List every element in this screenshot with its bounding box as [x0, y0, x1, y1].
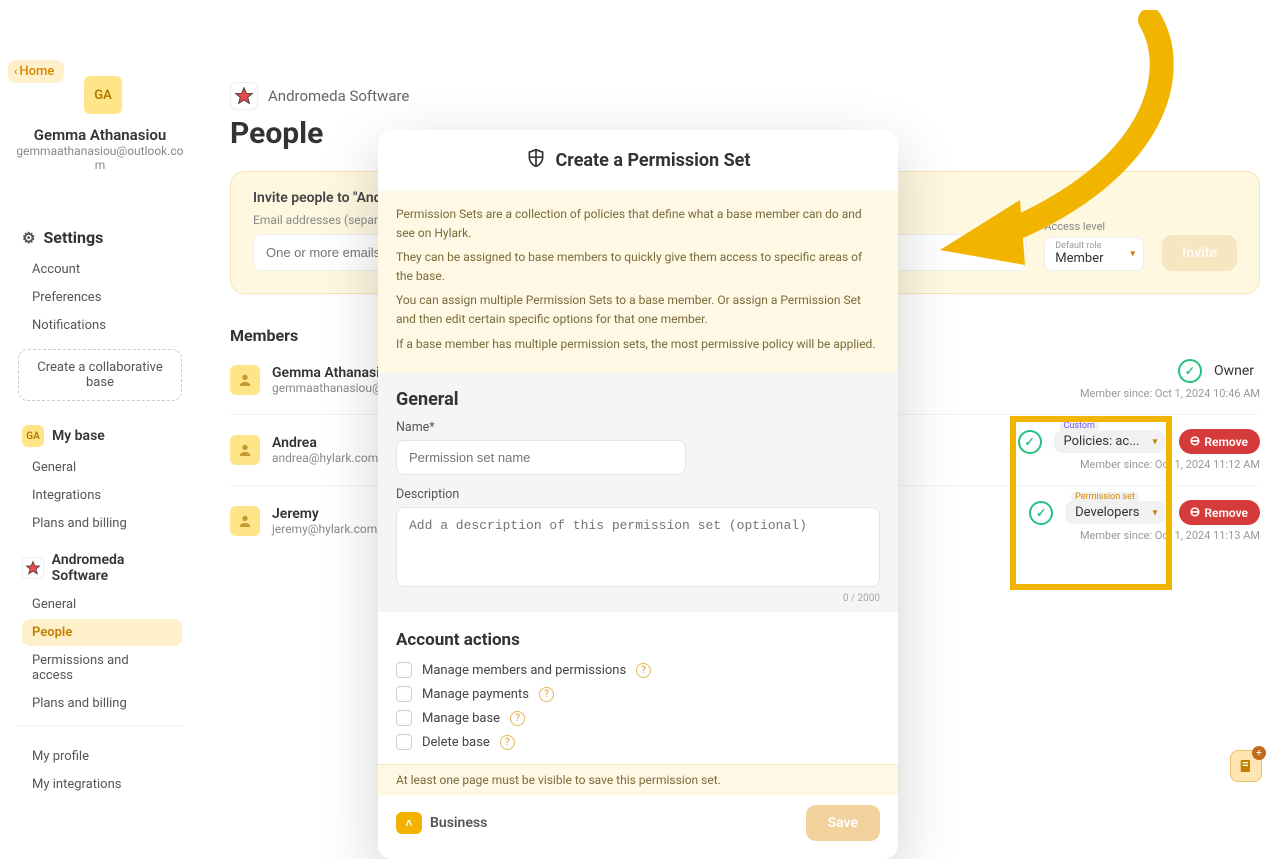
- save-button[interactable]: Save: [806, 805, 880, 841]
- sidebar-item-notifications[interactable]: Notifications: [22, 312, 182, 339]
- action-row[interactable]: Delete base ?: [378, 730, 898, 754]
- star-icon: [22, 557, 44, 579]
- status-verified-icon: [1178, 359, 1202, 383]
- org-nav: Andromeda Software General People Permis…: [0, 538, 200, 717]
- help-icon[interactable]: ?: [636, 663, 651, 678]
- user-icon: [230, 506, 260, 536]
- checkbox[interactable]: [396, 734, 412, 750]
- checkbox[interactable]: [396, 710, 412, 726]
- action-row[interactable]: Manage base ?: [378, 706, 898, 730]
- role-select[interactable]: Permission set Developers ▾: [1065, 501, 1165, 524]
- create-permission-set-modal: Create a Permission Set Permission Sets …: [378, 130, 898, 859]
- star-icon: [230, 82, 258, 110]
- chevron-down-icon: ▾: [1152, 436, 1157, 447]
- sidebar-item-preferences[interactable]: Preferences: [22, 284, 182, 311]
- settings-section-header: Settings: [0, 228, 200, 247]
- breadcrumb: Andromeda Software: [230, 82, 1260, 110]
- help-icon[interactable]: ?: [510, 711, 525, 726]
- account-actions-title: Account actions: [396, 630, 880, 650]
- create-base-button[interactable]: Create a collaborative base: [18, 349, 182, 401]
- user-email: gemmaathanasiou@outlook.com: [14, 144, 186, 172]
- remove-member-button[interactable]: Remove: [1179, 429, 1260, 454]
- access-level-label: Access level: [1044, 220, 1144, 233]
- org-title: Andromeda Software: [52, 552, 182, 584]
- sidebar-item-org-permissions[interactable]: Permissions and access: [22, 647, 182, 689]
- gear-icon: [22, 228, 35, 247]
- status-verified-icon: [1029, 501, 1053, 525]
- mybase-avatar: GA: [22, 425, 44, 447]
- feedback-button[interactable]: [1230, 750, 1262, 782]
- mybase-nav: GA My base General Integrations Plans an…: [0, 411, 200, 537]
- checkbox[interactable]: [396, 662, 412, 678]
- role-owner: Owner: [1214, 363, 1254, 379]
- user-icon: [230, 365, 260, 395]
- modal-warning: At least one page must be visible to sav…: [378, 764, 898, 795]
- checkbox[interactable]: [396, 686, 412, 702]
- home-button[interactable]: ‹ Home: [8, 60, 64, 83]
- sidebar-item-mybase-plans[interactable]: Plans and billing: [22, 510, 182, 537]
- access-level-select[interactable]: Default role Member ▾: [1044, 237, 1144, 271]
- business-collapse-toggle[interactable]: ˄ Business: [396, 812, 487, 834]
- invite-button[interactable]: Invite: [1162, 235, 1237, 271]
- chevron-up-icon: ˄: [396, 812, 422, 834]
- sidebar-item-mybase-integrations[interactable]: Integrations: [22, 482, 182, 509]
- help-icon[interactable]: ?: [500, 735, 515, 750]
- user-name: Gemma Athanasiou: [14, 126, 186, 144]
- description-field-label: Description: [396, 487, 880, 502]
- sidebar-item-account[interactable]: Account: [22, 256, 182, 283]
- shield-icon: [526, 148, 546, 173]
- sidebar-item-org-people[interactable]: People: [22, 619, 182, 646]
- remove-member-button[interactable]: Remove: [1179, 500, 1260, 525]
- modal-title-row: Create a Permission Set: [378, 130, 898, 191]
- action-row[interactable]: Manage payments ?: [378, 682, 898, 706]
- status-verified-icon: [1018, 430, 1042, 454]
- user-block: Gemma Athanasiou gemmaathanasiou@outlook…: [0, 120, 200, 172]
- sidebar-item-org-general[interactable]: General: [22, 591, 182, 618]
- help-icon[interactable]: ?: [539, 687, 554, 702]
- sidebar-item-mybase-general[interactable]: General: [22, 454, 182, 481]
- chevron-down-icon: ▾: [1152, 507, 1157, 518]
- modal-title: Create a Permission Set: [556, 150, 751, 171]
- char-count: 0 / 2000: [396, 593, 880, 604]
- chevron-left-icon: ‹: [14, 65, 17, 78]
- avatar: GA: [84, 76, 122, 114]
- role-select[interactable]: Custom Policies: ac... ▾: [1054, 430, 1166, 453]
- permission-set-name-input[interactable]: [396, 440, 686, 475]
- mybase-title: My base: [52, 428, 105, 444]
- name-field-label: Name*: [396, 420, 880, 435]
- settings-nav: Account Preferences Notifications: [0, 247, 200, 339]
- user-icon: [230, 435, 260, 465]
- chevron-down-icon: ▾: [1130, 249, 1135, 260]
- profile-nav: My profile My integrations: [0, 734, 200, 798]
- action-row[interactable]: Manage members and permissions ?: [378, 658, 898, 682]
- sidebar-item-org-plans[interactable]: Plans and billing: [22, 690, 182, 717]
- sidebar-item-my-integrations[interactable]: My integrations: [22, 771, 182, 798]
- permission-set-description-input[interactable]: [396, 507, 880, 587]
- home-label: Home: [19, 64, 54, 79]
- sidebar-item-my-profile[interactable]: My profile: [22, 743, 182, 770]
- modal-general-section: General Name* Description 0 / 2000: [378, 373, 898, 612]
- left-sidebar: ‹ Home GA Gemma Athanasiou gemmaathanasi…: [0, 0, 200, 800]
- modal-description: Permission Sets are a collection of poli…: [378, 191, 898, 373]
